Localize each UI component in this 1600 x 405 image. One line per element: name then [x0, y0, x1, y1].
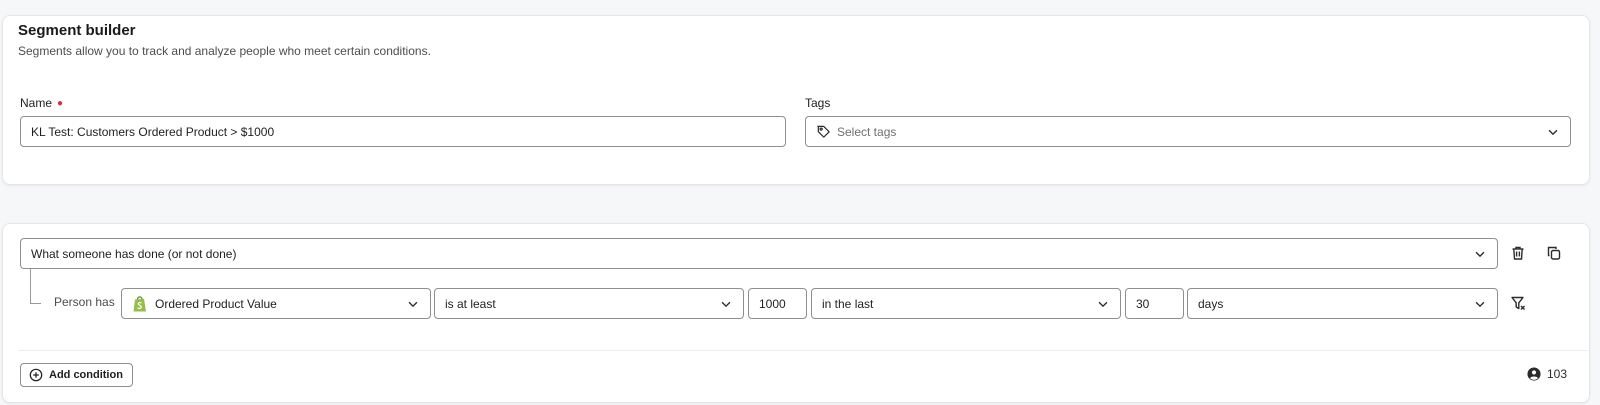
person-has-label: Person has [54, 295, 115, 309]
page-subtitle: Segments allow you to track and analyze … [18, 44, 431, 58]
add-condition-button[interactable]: Add condition [20, 363, 133, 387]
plus-circle-icon [29, 368, 43, 382]
tags-label: Tags [805, 96, 831, 110]
page-title: Segment builder [18, 22, 136, 39]
name-label: Name ● [20, 96, 64, 110]
name-field[interactable]: KL Test: Customers Ordered Product > $10… [20, 116, 786, 147]
person-icon [1527, 367, 1541, 381]
operator-select[interactable]: is at least [434, 288, 744, 319]
add-condition-label: Add condition [49, 369, 123, 381]
timeframe-select[interactable]: in the last [811, 288, 1121, 319]
profile-count: 103 [1527, 367, 1567, 381]
chevron-down-icon [721, 301, 731, 307]
unit-value: days [1198, 296, 1224, 311]
amount-input[interactable]: 1000 [748, 288, 807, 319]
add-filter-button[interactable] [1508, 293, 1528, 313]
duplicate-condition-button[interactable] [1544, 243, 1564, 263]
divider [18, 350, 1590, 351]
tree-connector [30, 269, 41, 304]
chevron-down-icon [1548, 129, 1558, 135]
metric-select[interactable]: Ordered Product Value [121, 288, 431, 319]
metric-value: Ordered Product Value [155, 296, 277, 311]
shopify-icon [133, 295, 146, 311]
delete-condition-button[interactable] [1508, 243, 1528, 263]
trash-icon [1512, 246, 1524, 260]
profile-count-value: 103 [1547, 367, 1568, 381]
chevron-down-icon [1475, 251, 1485, 257]
condition-type-value: What someone has done (or not done) [31, 246, 237, 261]
unit-select[interactable]: days [1187, 288, 1498, 319]
required-indicator: ● [57, 98, 64, 110]
quantity-input[interactable]: 30 [1125, 288, 1184, 319]
chevron-down-icon [1098, 301, 1108, 307]
chevron-down-icon [408, 301, 418, 307]
segment-builder-card [2, 15, 1590, 185]
quantity-value: 30 [1136, 296, 1150, 311]
timeframe-value: in the last [822, 296, 874, 311]
tag-icon [817, 125, 830, 138]
tags-placeholder: Select tags [837, 124, 897, 139]
tags-select[interactable]: Select tags [805, 116, 1571, 147]
condition-type-select[interactable]: What someone has done (or not done) [20, 238, 1498, 269]
amount-value: 1000 [759, 296, 786, 311]
name-field-value: KL Test: Customers Ordered Product > $10… [31, 124, 275, 139]
operator-value: is at least [445, 296, 496, 311]
chevron-down-icon [1475, 301, 1485, 307]
filter-icon [1511, 296, 1525, 310]
copy-icon [1547, 246, 1561, 260]
